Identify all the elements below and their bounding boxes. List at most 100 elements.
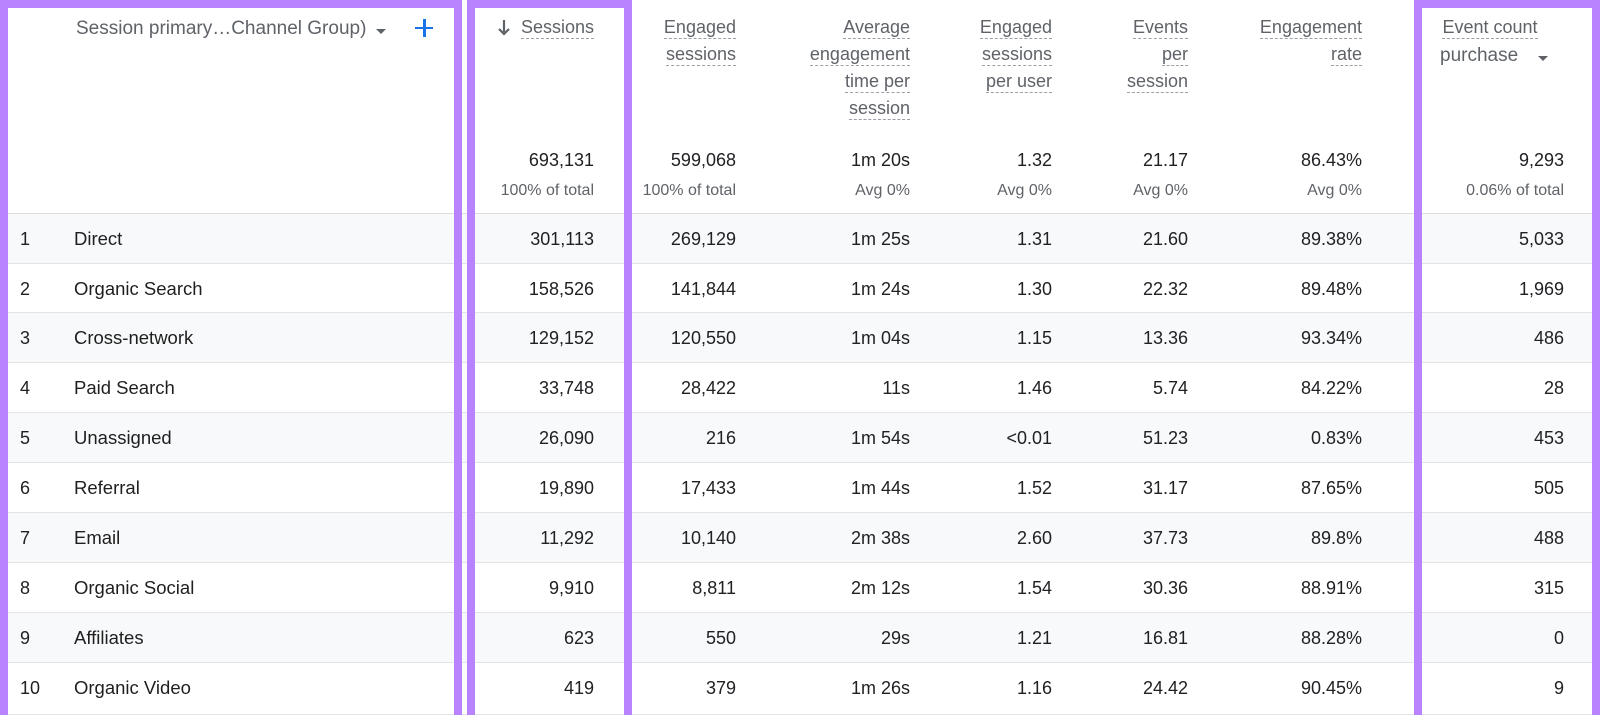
sessions-value: 26,090: [538, 428, 594, 448]
sessions-value: 19,890: [538, 478, 594, 498]
engaged-sessions-per-user-value: 1.46: [1016, 378, 1052, 398]
event-count-value: 505: [1533, 478, 1564, 498]
channel-name[interactable]: Referral: [74, 463, 434, 513]
table-row[interactable]: 6 Referral 19,890 17,433 1m 44s 1.52 31.17 87.6…: [0, 463, 1600, 513]
engaged-sessions-per-user-value: 1.30: [1016, 279, 1052, 299]
event-count-value: 486: [1533, 328, 1564, 348]
column-header-engagement-rate[interactable]: Engagement rate: [1200, 14, 1362, 68]
column-header-label-line: time per: [740, 68, 910, 95]
channel-name[interactable]: Organic Social: [74, 563, 434, 613]
event-count-value: 9: [1553, 678, 1564, 698]
row-index: 5: [20, 428, 31, 448]
engaged-sessions-per-user-value: 1.16: [1016, 678, 1052, 698]
table-row[interactable]: 1 Direct 301,113 269,129 1m 25s 1.31 21.60 89.3…: [0, 214, 1600, 264]
row-index: 3: [20, 328, 31, 348]
table-row[interactable]: 5 Unassigned 26,090 216 1m 54s <0.01 51.23 0.83…: [0, 413, 1600, 463]
table-row[interactable]: 7 Email 11,292 10,140 2m 38s 2.60 37.73 89.8% 48…: [0, 513, 1600, 563]
engaged-sessions-per-user-value: 1.15: [1016, 328, 1052, 348]
row-index: 1: [20, 229, 31, 249]
total-engaged-sessions-sub: 100% of total: [642, 182, 736, 199]
event-count-value: 315: [1533, 578, 1564, 598]
channel-name[interactable]: Organic Video: [74, 663, 434, 713]
plus-icon[interactable]: [412, 16, 436, 40]
row-index: 9: [20, 628, 31, 648]
sessions-value: 158,526: [528, 279, 594, 299]
avg-engagement-time-value: 1m 44s: [850, 478, 910, 498]
column-header-label: sessions: [665, 44, 736, 66]
avg-engagement-time-value: 29s: [880, 628, 910, 648]
event-count-value: 5,033: [1518, 229, 1564, 249]
table-header: Session primary…Channel Group) Sessions …: [0, 0, 1600, 214]
column-header-label: Engaged: [663, 17, 736, 39]
column-header-label-line: per user: [920, 68, 1052, 95]
events-per-session-value: 22.32: [1142, 279, 1188, 299]
dimension-selector[interactable]: Session primary…Channel Group): [76, 18, 366, 40]
total-event-count-sub: 0.06% of total: [1466, 182, 1564, 199]
column-header-label-line: session: [740, 95, 910, 122]
event-filter-dropdown[interactable]: purchase: [1440, 45, 1518, 67]
column-header-label: Sessions: [520, 17, 594, 39]
sessions-value: 11,292: [540, 528, 594, 548]
engaged-sessions-value: 216: [705, 428, 736, 448]
avg-engagement-time-value: 2m 12s: [850, 578, 910, 598]
events-per-session-value: 31.17: [1142, 478, 1188, 498]
column-header-engaged-sessions-per-user[interactable]: Engaged sessions per user: [920, 14, 1052, 95]
channel-name[interactable]: Affiliates: [74, 613, 434, 663]
channel-name[interactable]: Paid Search: [74, 363, 434, 413]
engagement-rate-value: 0.83%: [1310, 428, 1362, 448]
table-row[interactable]: 3 Cross-network 129,152 120,550 1m 04s 1.15 13…: [0, 313, 1600, 363]
engaged-sessions-per-user-value: 1.52: [1016, 478, 1052, 498]
channel-name[interactable]: Direct: [74, 214, 434, 264]
events-per-session-value: 24.42: [1142, 678, 1188, 698]
column-header-label: per: [1161, 44, 1188, 66]
total-engaged-sessions-per-user-sub: Avg 0%: [997, 182, 1052, 199]
engagement-rate-value: 89.8%: [1310, 528, 1362, 548]
column-header-label: Average: [843, 17, 910, 39]
column-header-event-count[interactable]: Event count: [1430, 14, 1550, 41]
avg-engagement-time-value: 1m 25s: [850, 229, 910, 249]
channel-name[interactable]: Unassigned: [74, 413, 434, 463]
row-index: 6: [20, 478, 31, 498]
engaged-sessions-value: 379: [705, 678, 736, 698]
column-header-label: rate: [1330, 44, 1362, 66]
report-table: Session primary…Channel Group) Sessions …: [0, 0, 1600, 715]
column-header-engaged-sessions[interactable]: Engaged sessions: [600, 14, 736, 68]
column-header-avg-engagement-time[interactable]: Average engagement time per session: [740, 14, 910, 122]
engaged-sessions-per-user-value: 1.54: [1016, 578, 1052, 598]
column-header-label-line: per: [1070, 41, 1188, 68]
column-header-label-line: Event count: [1430, 14, 1550, 41]
total-sessions: 693,131: [528, 150, 594, 170]
row-index: 7: [20, 528, 31, 548]
channel-name[interactable]: Organic Search: [74, 264, 434, 314]
caret-down-icon[interactable]: [1538, 56, 1548, 61]
channel-name[interactable]: Cross-network: [74, 313, 434, 363]
events-per-session-value: 21.60: [1142, 229, 1188, 249]
engaged-sessions-value: 28,422: [680, 378, 736, 398]
sessions-value: 623: [563, 628, 594, 648]
engagement-rate-value: 89.38%: [1300, 229, 1362, 249]
engaged-sessions-value: 141,844: [670, 279, 736, 299]
channel-name[interactable]: Email: [74, 513, 434, 563]
column-header-label-line: Average: [740, 14, 910, 41]
column-header-label-line: engagement: [740, 41, 910, 68]
caret-down-icon[interactable]: [376, 29, 386, 34]
sessions-value: 129,152: [528, 328, 594, 348]
table-row[interactable]: 10 Organic Video 419 379 1m 26s 1.16 24.42 90.4…: [0, 663, 1600, 715]
table-row[interactable]: 9 Affiliates 623 550 29s 1.21 16.81 88.28% 0: [0, 613, 1600, 663]
table-row[interactable]: 2 Organic Search 158,526 141,844 1m 24s 1.30 2…: [0, 264, 1600, 313]
table-row[interactable]: 8 Organic Social 9,910 8,811 2m 12s 1.54 30.36…: [0, 563, 1600, 613]
sessions-value: 419: [563, 678, 594, 698]
column-header-sessions[interactable]: Sessions: [470, 14, 594, 41]
column-header-events-per-session[interactable]: Events per session: [1070, 14, 1188, 95]
engaged-sessions-value: 269,129: [670, 229, 736, 249]
total-engagement-rate-sub: Avg 0%: [1307, 182, 1362, 199]
total-avg-engagement-time-sub: Avg 0%: [855, 182, 910, 199]
total-engaged-sessions-per-user: 1.32: [1016, 150, 1052, 170]
events-per-session-value: 5.74: [1152, 378, 1188, 398]
total-avg-engagement-time: 1m 20s: [850, 150, 910, 170]
avg-engagement-time-value: 1m 54s: [850, 428, 910, 448]
column-header-label-line: sessions: [920, 41, 1052, 68]
engagement-rate-value: 88.91%: [1300, 578, 1362, 598]
events-per-session-value: 30.36: [1142, 578, 1188, 598]
table-row[interactable]: 4 Paid Search 33,748 28,422 11s 1.46 5.74 84.22…: [0, 363, 1600, 413]
